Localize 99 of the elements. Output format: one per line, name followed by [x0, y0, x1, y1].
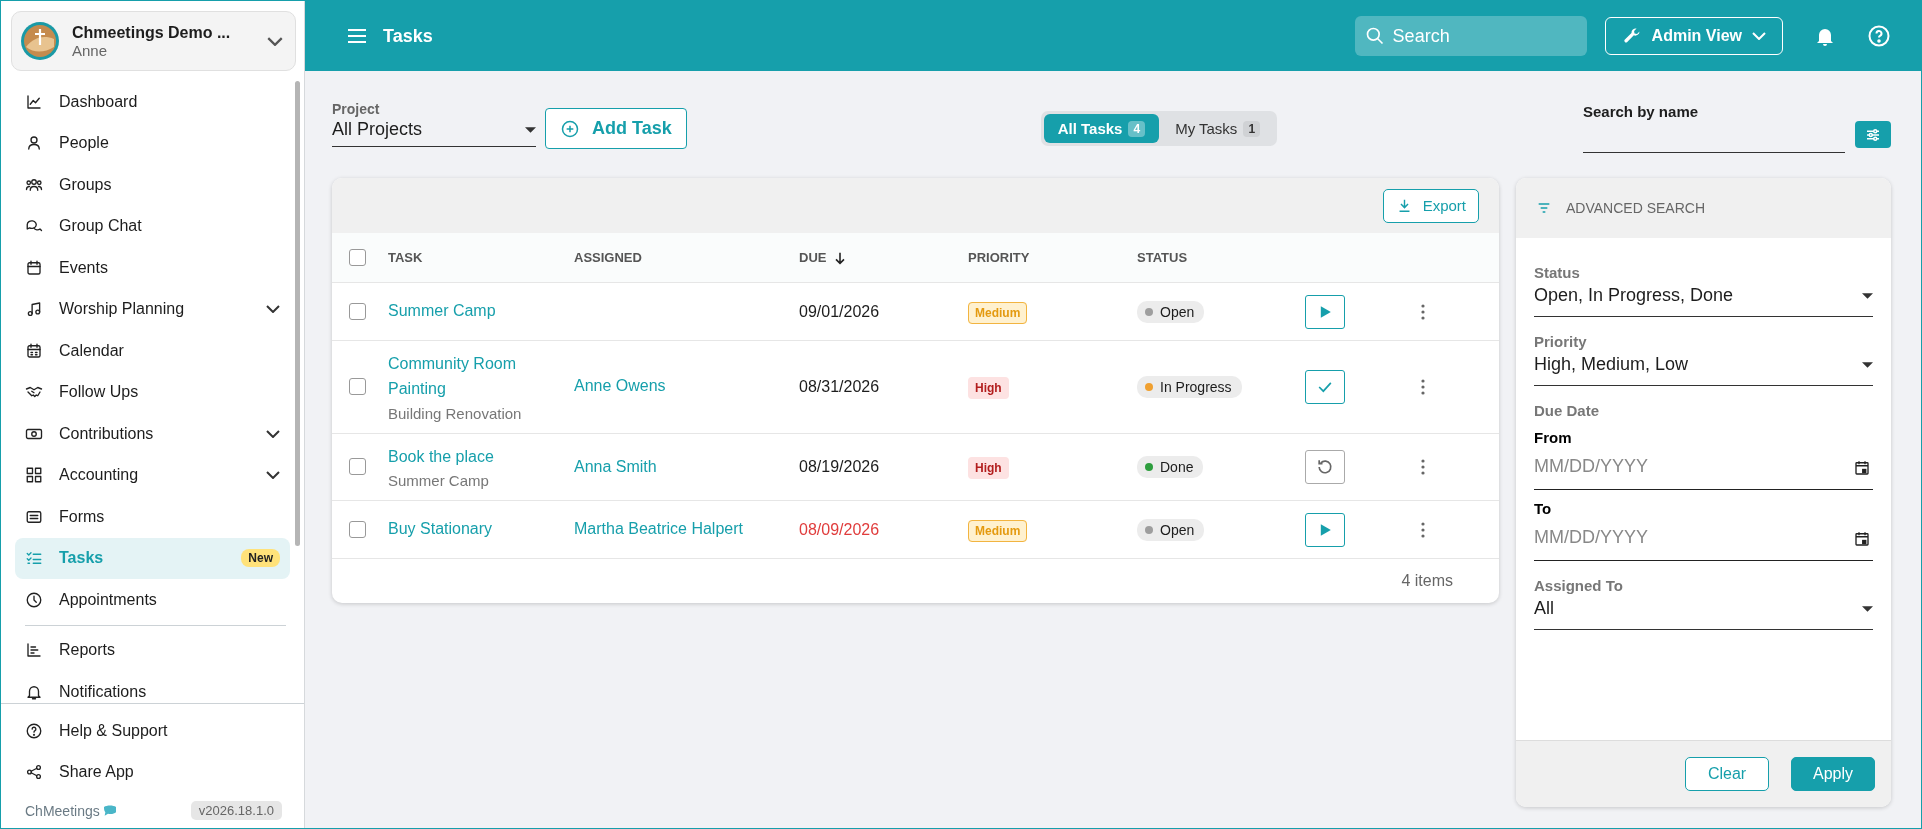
more-options-icon[interactable] — [1421, 459, 1425, 475]
status-tag: Done — [1137, 456, 1204, 478]
account-name: Chmeetings Demo ... — [72, 23, 232, 42]
priority-tag: Medium — [968, 519, 1028, 542]
row-checkbox[interactable] — [349, 378, 366, 396]
item-count: 4 items — [1401, 572, 1453, 591]
caret-icon — [1862, 605, 1873, 612]
field-label: To — [1534, 500, 1553, 517]
project-select[interactable]: All Projects — [332, 117, 536, 147]
account-user: Anne — [72, 41, 109, 59]
row-checkbox[interactable] — [349, 303, 366, 320]
project-name: Building Renovation — [388, 404, 523, 422]
more-options-icon[interactable] — [1421, 303, 1425, 320]
field-label: Priority — [1534, 333, 1588, 350]
undo-icon — [1315, 457, 1335, 477]
nav-item[interactable]: Follow Ups — [15, 371, 290, 413]
select-field[interactable]: Open, In Progress, Done — [1534, 281, 1873, 317]
row-checkbox[interactable] — [349, 521, 366, 539]
nav-item[interactable]: Share App — [15, 751, 290, 793]
version-label: v2026.18.1.0 — [190, 801, 282, 820]
priority-tag: Medium — [968, 301, 1028, 324]
brand-name: ChMeetings — [25, 802, 100, 819]
person-icon — [25, 134, 43, 153]
more-options-icon[interactable] — [1421, 521, 1425, 538]
nav-item[interactable]: Events — [15, 247, 290, 289]
due-date: 08/31/2026 — [799, 377, 880, 395]
bar-chart-icon — [25, 641, 43, 660]
caret-icon — [1862, 361, 1873, 368]
start-button[interactable] — [1305, 512, 1345, 547]
column-header[interactable]: ASSIGNED — [574, 250, 642, 265]
account-switcher[interactable]: Chmeetings Demo ... Anne — [11, 11, 296, 71]
field-label: Due Date — [1534, 402, 1601, 419]
chevron-down-icon — [1752, 32, 1766, 40]
nav-item[interactable]: Group Chat — [15, 205, 290, 247]
due-date: 08/19/2026 — [799, 458, 880, 475]
music-note-icon — [25, 300, 43, 319]
nav-item[interactable]: Groups — [15, 164, 290, 206]
calendar-icon[interactable] — [1853, 530, 1871, 548]
reopen-button[interactable] — [1305, 450, 1345, 484]
column-header[interactable]: PRIORITY — [968, 250, 1030, 265]
nav-item[interactable]: People — [15, 122, 290, 164]
field-label: Assigned To — [1534, 577, 1624, 594]
count-badge: 1 — [1243, 120, 1261, 137]
nav-item[interactable]: Notifications — [15, 671, 290, 703]
select-all-checkbox[interactable] — [349, 249, 366, 266]
due-date: 09/01/2026 — [799, 302, 880, 320]
clock-icon — [25, 590, 43, 609]
new-badge: New — [241, 549, 280, 568]
panel-title: ADVANCED SEARCH — [1566, 200, 1705, 216]
priority-tag: High — [968, 376, 1009, 399]
date-field[interactable]: MM/DD/YYYY — [1534, 517, 1873, 561]
caret-icon — [1862, 292, 1873, 299]
status-tag: Open — [1137, 300, 1205, 323]
nav-item[interactable]: Dashboard — [15, 81, 290, 123]
help-icon[interactable] — [1867, 24, 1891, 48]
search-icon — [1364, 26, 1385, 46]
start-button[interactable] — [1305, 294, 1345, 329]
calendar-icon — [25, 258, 43, 277]
select-field[interactable]: All — [1534, 594, 1873, 630]
nav-item[interactable]: Appointments — [15, 579, 290, 621]
more-options-icon[interactable] — [1421, 378, 1425, 395]
select-field[interactable]: High, Medium, Low — [1534, 350, 1873, 386]
status-tag: Open — [1137, 518, 1205, 541]
church-logo-icon — [20, 21, 60, 61]
line-chart-icon — [25, 92, 43, 111]
status-tag: In Progress — [1137, 375, 1242, 398]
date-field[interactable]: MM/DD/YYYY — [1534, 446, 1873, 490]
row-checkbox[interactable] — [349, 458, 366, 476]
plus-circle-icon — [560, 118, 580, 139]
nav-item[interactable]: Accounting — [15, 454, 290, 496]
nav-item[interactable]: Help & Support — [15, 710, 290, 752]
search-by-name-label: Search by name — [1583, 103, 1700, 120]
field-label: From — [1534, 429, 1573, 446]
column-header[interactable]: DUE — [799, 250, 827, 265]
share-icon — [25, 763, 43, 782]
project-label: Project — [332, 101, 381, 117]
caret-icon — [525, 126, 536, 133]
calendar-icon — [25, 341, 43, 360]
page-title: Tasks — [383, 25, 433, 47]
nav-item[interactable]: Contributions — [15, 413, 290, 455]
nav-item[interactable]: Forms — [15, 496, 290, 538]
field-label: Status — [1534, 264, 1581, 281]
nav-item[interactable]: Tasks New — [15, 537, 290, 579]
filter-tab[interactable]: My Tasks 1 — [1161, 114, 1275, 143]
project-name: Summer Camp — [388, 472, 490, 490]
count-badge: 4 — [1128, 120, 1146, 137]
chevron-down-icon — [267, 36, 283, 46]
complete-button[interactable] — [1305, 369, 1345, 404]
priority-tag: High — [968, 457, 1009, 479]
column-header[interactable]: STATUS — [1137, 250, 1188, 265]
filter-settings-button[interactable] — [1855, 121, 1891, 148]
column-header[interactable]: TASK — [388, 250, 423, 265]
nav-item[interactable]: Reports — [15, 629, 290, 671]
help-icon — [25, 721, 43, 740]
due-date: 08/09/2026 — [799, 520, 880, 538]
filter-icon — [1536, 200, 1552, 216]
calendar-icon[interactable] — [1853, 459, 1871, 477]
nav-item[interactable]: Calendar — [15, 330, 290, 372]
nav-item[interactable]: Worship Planning — [15, 288, 290, 330]
